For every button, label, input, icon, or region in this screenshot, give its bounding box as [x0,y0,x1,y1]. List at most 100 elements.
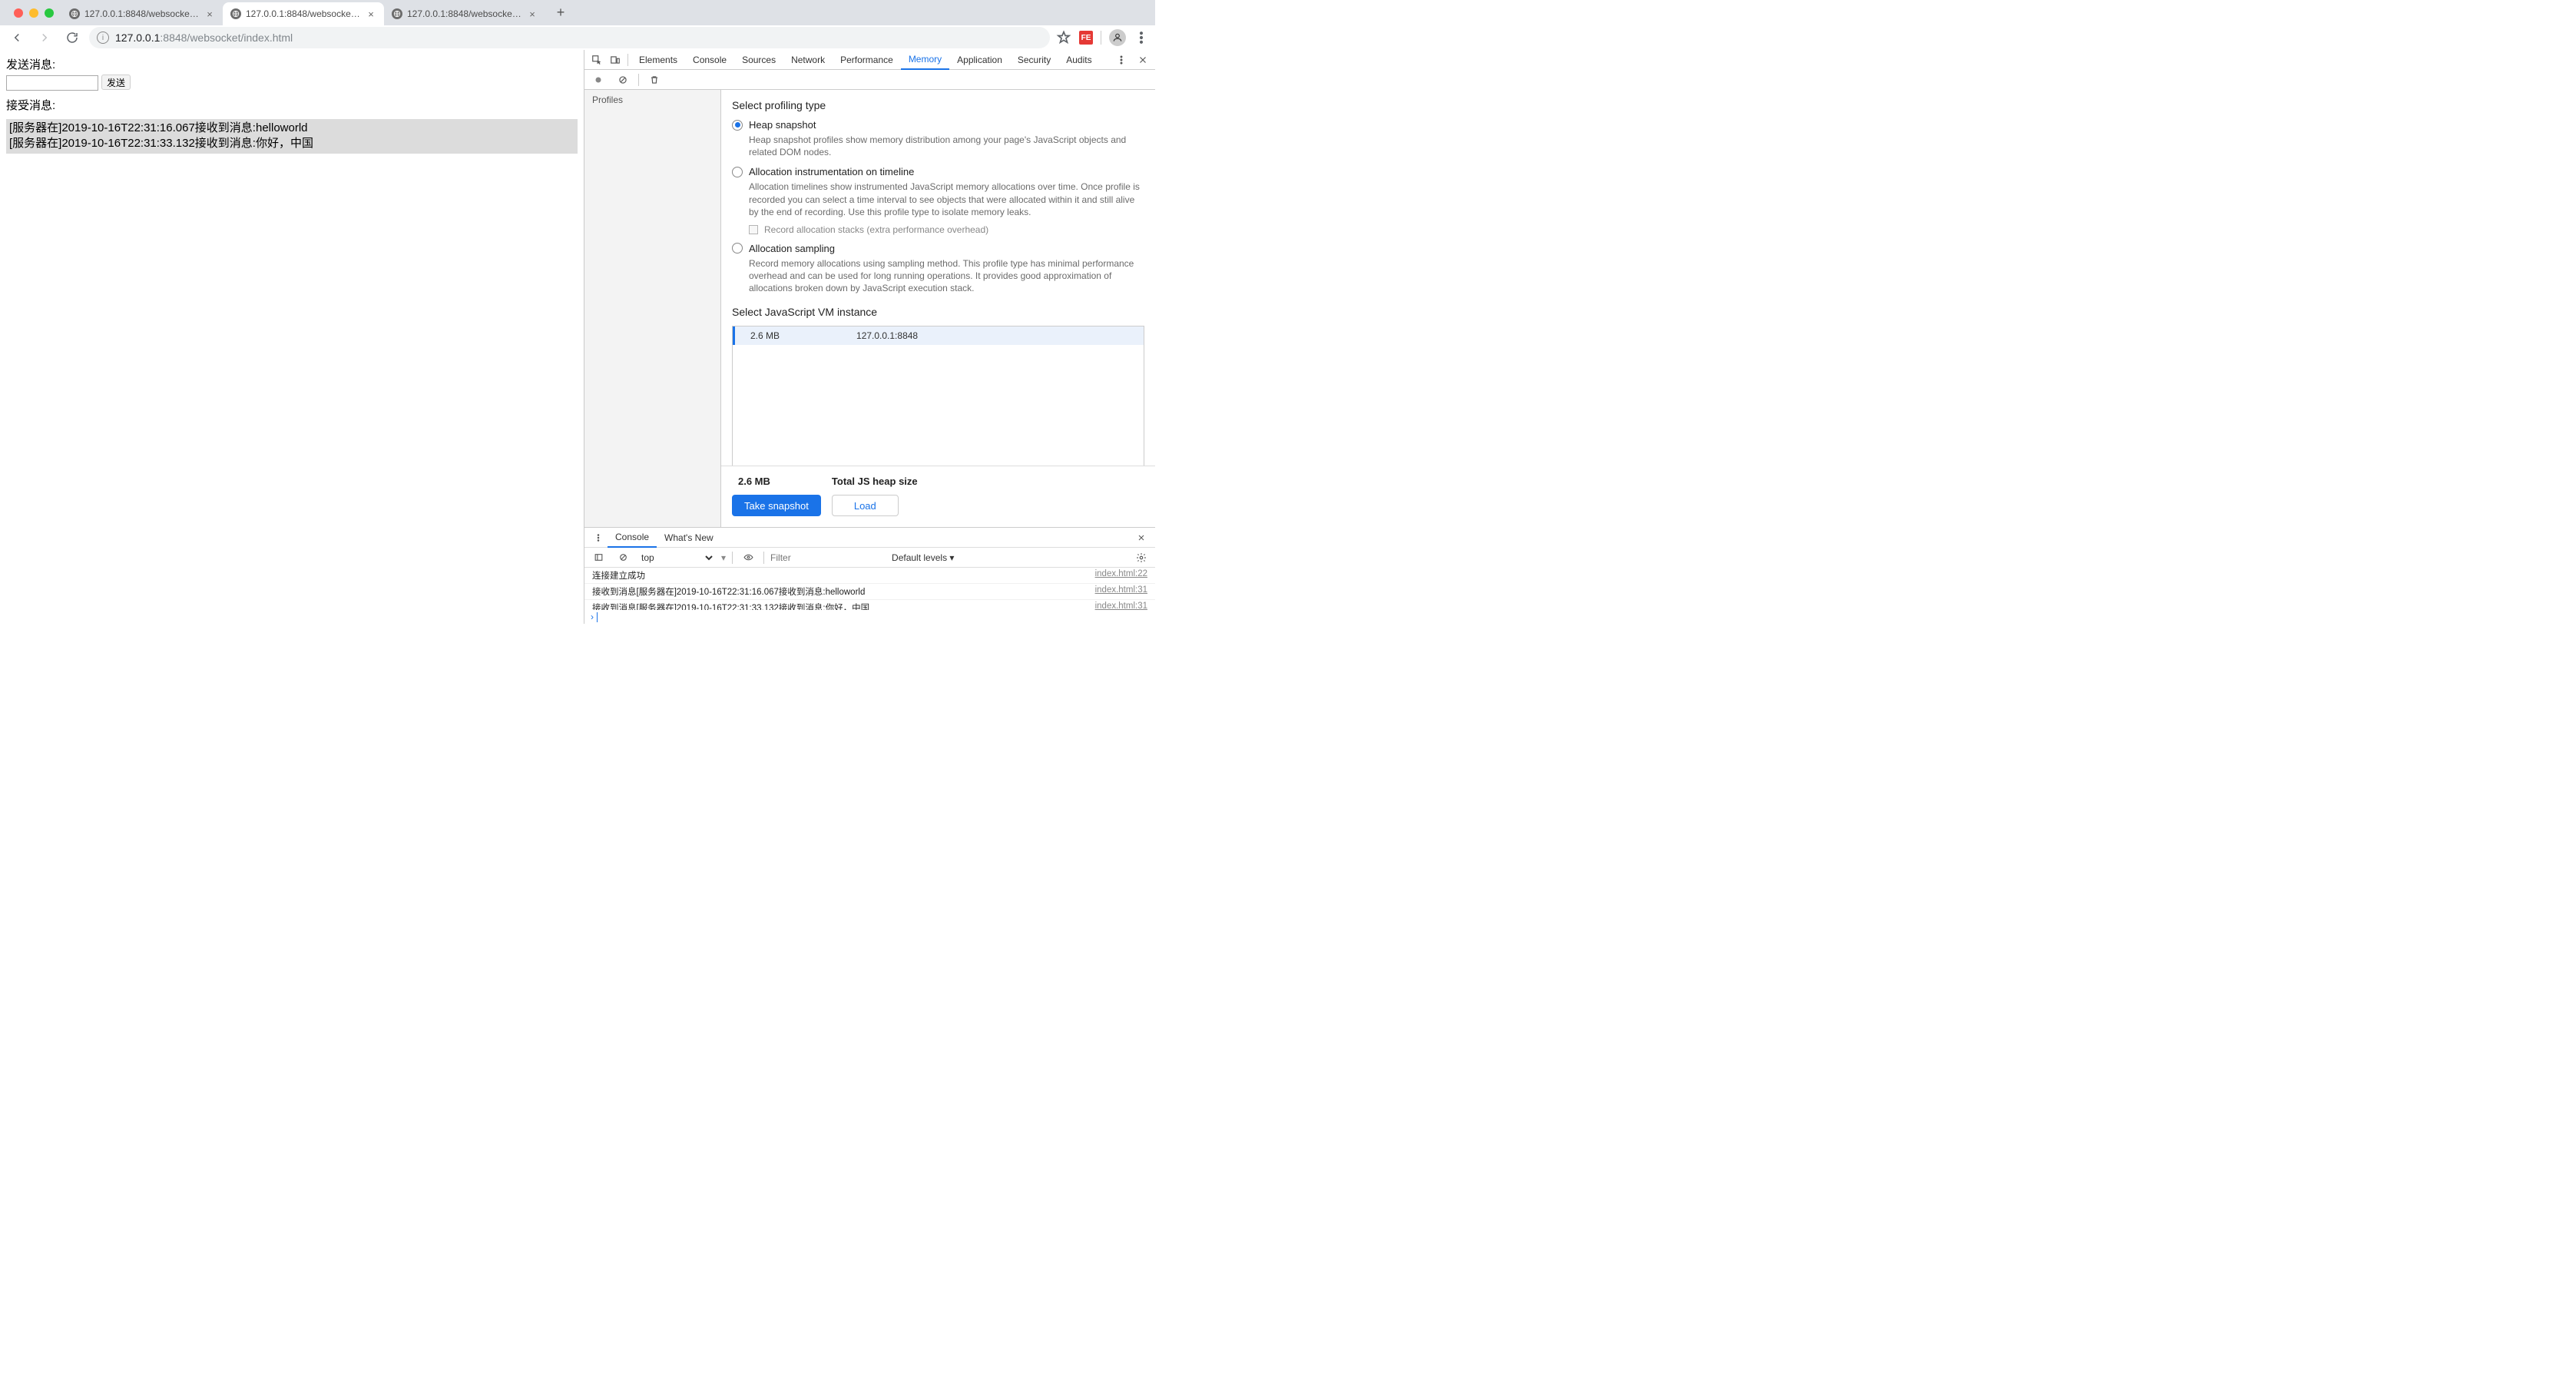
tab-elements[interactable]: Elements [631,50,685,70]
console-output: 连接建立成功 index.html:22 接收到消息[服务器在]2019-10-… [584,568,1155,610]
globe-icon [230,8,241,19]
console-drawer: Console What's New top ▾ Default levels … [584,527,1155,624]
record-stacks-checkbox[interactable]: Record allocation stacks (extra performa… [749,224,1144,235]
send-button[interactable]: 发送 [101,75,131,90]
reload-button[interactable] [61,27,83,48]
devtools-close-icon[interactable] [1134,51,1152,69]
address-bar: i 127.0.0.1:8848/websocket/index.html FE [0,25,1155,50]
eye-icon[interactable] [739,549,757,567]
record-icon[interactable] [589,71,608,89]
console-settings-icon[interactable] [1132,549,1151,567]
browser-tab[interactable]: 127.0.0.1:8848/websocket/inde × [61,2,223,25]
chevron-right-icon: › [591,611,594,622]
console-clear-icon[interactable] [614,549,632,567]
inspect-element-icon[interactable] [588,51,606,69]
window-close-button[interactable] [14,8,23,18]
extension-icon[interactable]: FE [1079,31,1093,45]
radio-icon [732,243,743,254]
close-icon[interactable]: × [204,8,215,19]
log-level-select[interactable]: Default levels ▾ [892,552,954,563]
devtools-menu-icon[interactable] [1112,51,1131,69]
drawer-tab-whatsnew[interactable]: What's New [657,528,721,548]
filter-input[interactable] [770,552,886,563]
new-tab-button[interactable]: + [550,2,571,24]
tab-title: 127.0.0.1:8848/websocket/inde [407,8,522,19]
back-button[interactable] [6,27,28,48]
trash-icon[interactable] [645,71,664,89]
received-line: [服务器在]2019-10-16T22:31:16.067接收到消息:hello… [9,121,574,136]
window-minimize-button[interactable] [29,8,38,18]
checkbox-label: Record allocation stacks (extra performa… [764,224,988,235]
log-entry: 连接建立成功 index.html:22 [584,568,1155,584]
browser-chrome: 127.0.0.1:8848/websocket/inde × 127.0.0.… [0,0,1155,50]
send-label: 发送消息: [6,56,578,72]
tab-title: 127.0.0.1:8848/websocket/inde [246,8,361,19]
url-input[interactable]: i 127.0.0.1:8848/websocket/index.html [89,27,1050,48]
vm-name: 127.0.0.1:8848 [856,330,918,341]
recv-label: 接受消息: [6,97,578,113]
globe-icon [69,8,80,19]
tab-title: 127.0.0.1:8848/websocket/inde [84,8,200,19]
profiling-options: Select profiling type Heap snapshot Heap… [721,90,1155,466]
load-button[interactable]: Load [832,495,899,516]
close-icon[interactable]: × [366,8,376,19]
vm-instance-row[interactable]: 2.6 MB 127.0.0.1:8848 [733,326,1144,345]
tab-performance[interactable]: Performance [833,50,901,70]
heap-footer: 2.6 MB Total JS heap size [721,466,1155,487]
vm-instance-list: 2.6 MB 127.0.0.1:8848 [732,326,1144,466]
heap-snapshot-option[interactable]: Heap snapshot [732,119,1144,131]
context-select[interactable]: top [638,552,715,564]
received-messages: [服务器在]2019-10-16T22:31:16.067接收到消息:hello… [6,119,578,154]
forward-button[interactable] [34,27,55,48]
tab-security[interactable]: Security [1010,50,1058,70]
device-toolbar-icon[interactable] [606,51,624,69]
bookmark-icon[interactable] [1056,30,1071,45]
option-desc: Record memory allocations using sampling… [749,257,1144,295]
received-line: [服务器在]2019-10-16T22:31:33.132接收到消息:你好，中国 [9,136,574,151]
tab-console[interactable]: Console [685,50,734,70]
log-source[interactable]: index.html:31 [1095,602,1147,610]
close-icon[interactable]: × [527,8,538,19]
console-input[interactable]: › [584,610,1155,624]
log-message: 接收到消息[服务器在]2019-10-16T22:31:16.067接收到消息:… [592,585,1095,598]
tab-memory[interactable]: Memory [901,50,949,70]
tab-application[interactable]: Application [949,50,1010,70]
log-source[interactable]: index.html:31 [1095,585,1147,598]
log-source[interactable]: index.html:22 [1095,569,1147,582]
browser-menu-icon[interactable] [1134,30,1149,45]
log-message: 接收到消息[服务器在]2019-10-16T22:31:33.132接收到消息:… [592,602,1095,610]
window-maximize-button[interactable] [45,8,54,18]
tab-network[interactable]: Network [783,50,833,70]
drawer-tab-console[interactable]: Console [608,528,657,548]
drawer-tabs: Console What's New [584,528,1155,548]
checkbox-icon [749,225,758,234]
tab-strip: 127.0.0.1:8848/websocket/inde × 127.0.0.… [0,0,1155,25]
browser-tab[interactable]: 127.0.0.1:8848/websocket/inde × [384,2,545,25]
select-type-header: Select profiling type [732,99,1144,111]
drawer-close-icon[interactable] [1132,529,1151,547]
radio-icon [732,120,743,131]
option-label: Allocation sampling [749,243,835,254]
option-label: Allocation instrumentation on timeline [749,166,914,177]
footer-size: 2.6 MB [738,476,770,487]
site-info-icon[interactable]: i [97,31,109,44]
clear-icon[interactable] [614,71,632,89]
vm-size: 2.6 MB [750,330,780,341]
message-input[interactable] [6,75,98,91]
url-host: 127.0.0.1 [115,31,160,44]
profile-avatar[interactable] [1109,29,1126,46]
console-sidebar-icon[interactable] [589,549,608,567]
take-snapshot-button[interactable]: Take snapshot [732,495,821,516]
profiles-header: Profiles [584,90,720,110]
allocation-sampling-option[interactable]: Allocation sampling [732,243,1144,254]
footer-label: Total JS heap size [832,476,918,487]
page-content: 发送消息: 发送 接受消息: [服务器在]2019-10-16T22:31:16… [0,50,584,624]
tab-audits[interactable]: Audits [1058,50,1099,70]
drawer-menu-icon[interactable] [589,529,608,547]
log-entry: 接收到消息[服务器在]2019-10-16T22:31:16.067接收到消息:… [584,584,1155,600]
browser-tab[interactable]: 127.0.0.1:8848/websocket/inde × [223,2,384,25]
tab-sources[interactable]: Sources [734,50,783,70]
allocation-timeline-option[interactable]: Allocation instrumentation on timeline [732,166,1144,177]
console-toolbar: top ▾ Default levels ▾ [584,548,1155,568]
log-message: 连接建立成功 [592,569,1095,582]
